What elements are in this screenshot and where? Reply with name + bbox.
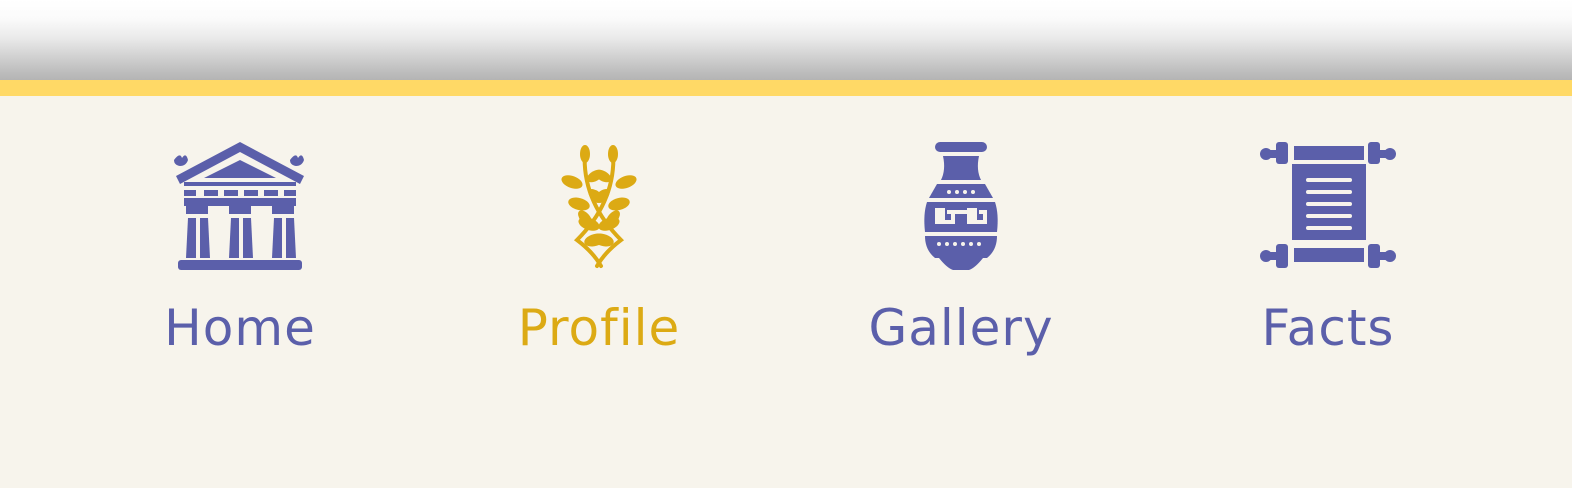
amphora-vase-icon xyxy=(891,140,1031,274)
nav-item-profile[interactable]: Profile xyxy=(489,140,709,360)
nav-label-gallery: Gallery xyxy=(868,299,1054,357)
nav-label-profile: Profile xyxy=(517,299,681,357)
laurel-wreath-icon xyxy=(529,140,669,274)
top-shadow xyxy=(0,0,1572,80)
nav-item-facts[interactable]: Facts xyxy=(1218,140,1438,360)
nav-label-home: Home xyxy=(164,299,316,357)
accent-bar xyxy=(0,80,1572,96)
temple-icon xyxy=(170,140,310,274)
nav-label-facts: Facts xyxy=(1261,299,1395,357)
nav-item-gallery[interactable]: Gallery xyxy=(851,140,1071,360)
nav-item-home[interactable]: Home xyxy=(130,140,350,360)
scroll-icon xyxy=(1258,140,1398,274)
bottom-navigation-bar: Home Profile Gallery Facts xyxy=(0,80,1572,488)
